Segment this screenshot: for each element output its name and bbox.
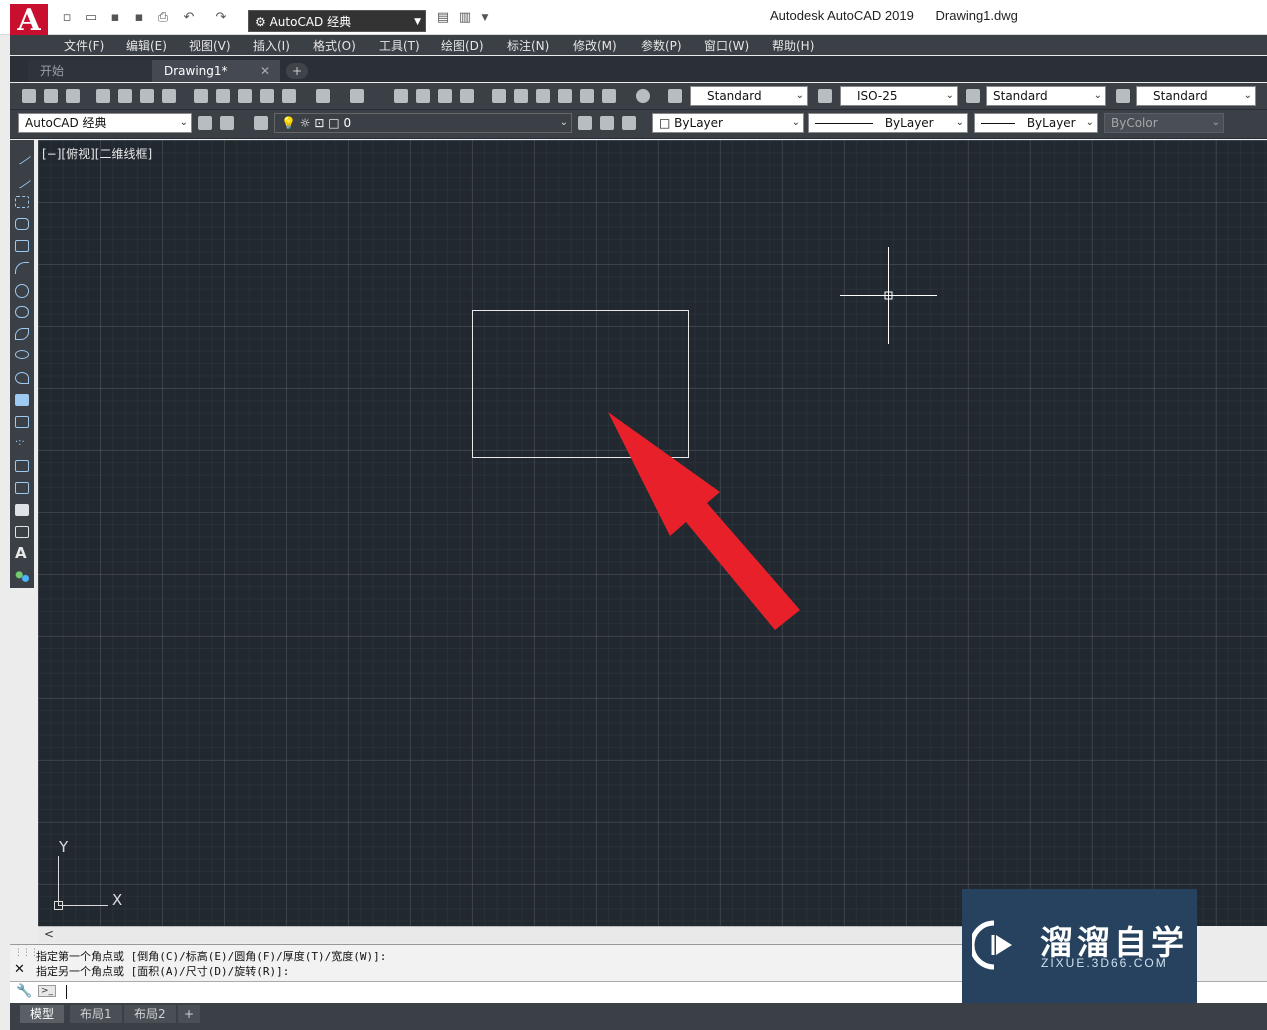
tab-layout2[interactable]: 布局2 xyxy=(124,1005,176,1023)
command-history-line: 指定第一个角点或 [倒角(C)/标高(E)/圆角(F)/厚度(T)/宽度(W)]… xyxy=(36,950,387,963)
ucs-icon: Y X xyxy=(54,838,122,910)
command-history-line: 指定另一个角点或 [面积(A)/尺寸(D)/旋转(R)]: xyxy=(36,965,290,978)
text-cursor xyxy=(66,985,67,999)
horizontal-scrollbar[interactable]: < xyxy=(38,926,962,943)
close-command-line-icon[interactable]: ✕ xyxy=(14,962,25,977)
tab-model[interactable]: 模型 xyxy=(20,1005,65,1023)
ucs-y-label: Y xyxy=(58,838,69,856)
wrench-icon[interactable]: 🔧 xyxy=(16,984,32,999)
canvas-overlay: Y X xyxy=(54,247,937,910)
crosshair-cursor xyxy=(840,247,937,344)
command-prompt-icon[interactable]: >_ xyxy=(38,985,57,997)
scroll-left-arrow-icon[interactable]: < xyxy=(44,927,54,941)
play-logo-icon xyxy=(972,920,1012,970)
layout-tab-bar: 模型 布局1 布局2 + xyxy=(10,1003,1267,1030)
add-layout-button[interactable]: + xyxy=(178,1005,201,1023)
tab-layout1[interactable]: 布局1 xyxy=(70,1005,122,1023)
watermark-subtitle: ZIXUE.3D66.COM xyxy=(1041,956,1168,970)
grip-handle-icon[interactable]: ⋮⋮⋮ xyxy=(14,948,39,958)
drawn-rectangle[interactable] xyxy=(472,310,689,458)
red-arrow-annotation xyxy=(608,412,800,630)
command-history: ⋮⋮⋮ ✕ 指定第一个角点或 [倒角(C)/标高(E)/圆角(F)/厚度(T)/… xyxy=(10,944,962,981)
ucs-x-label: X xyxy=(112,891,122,909)
